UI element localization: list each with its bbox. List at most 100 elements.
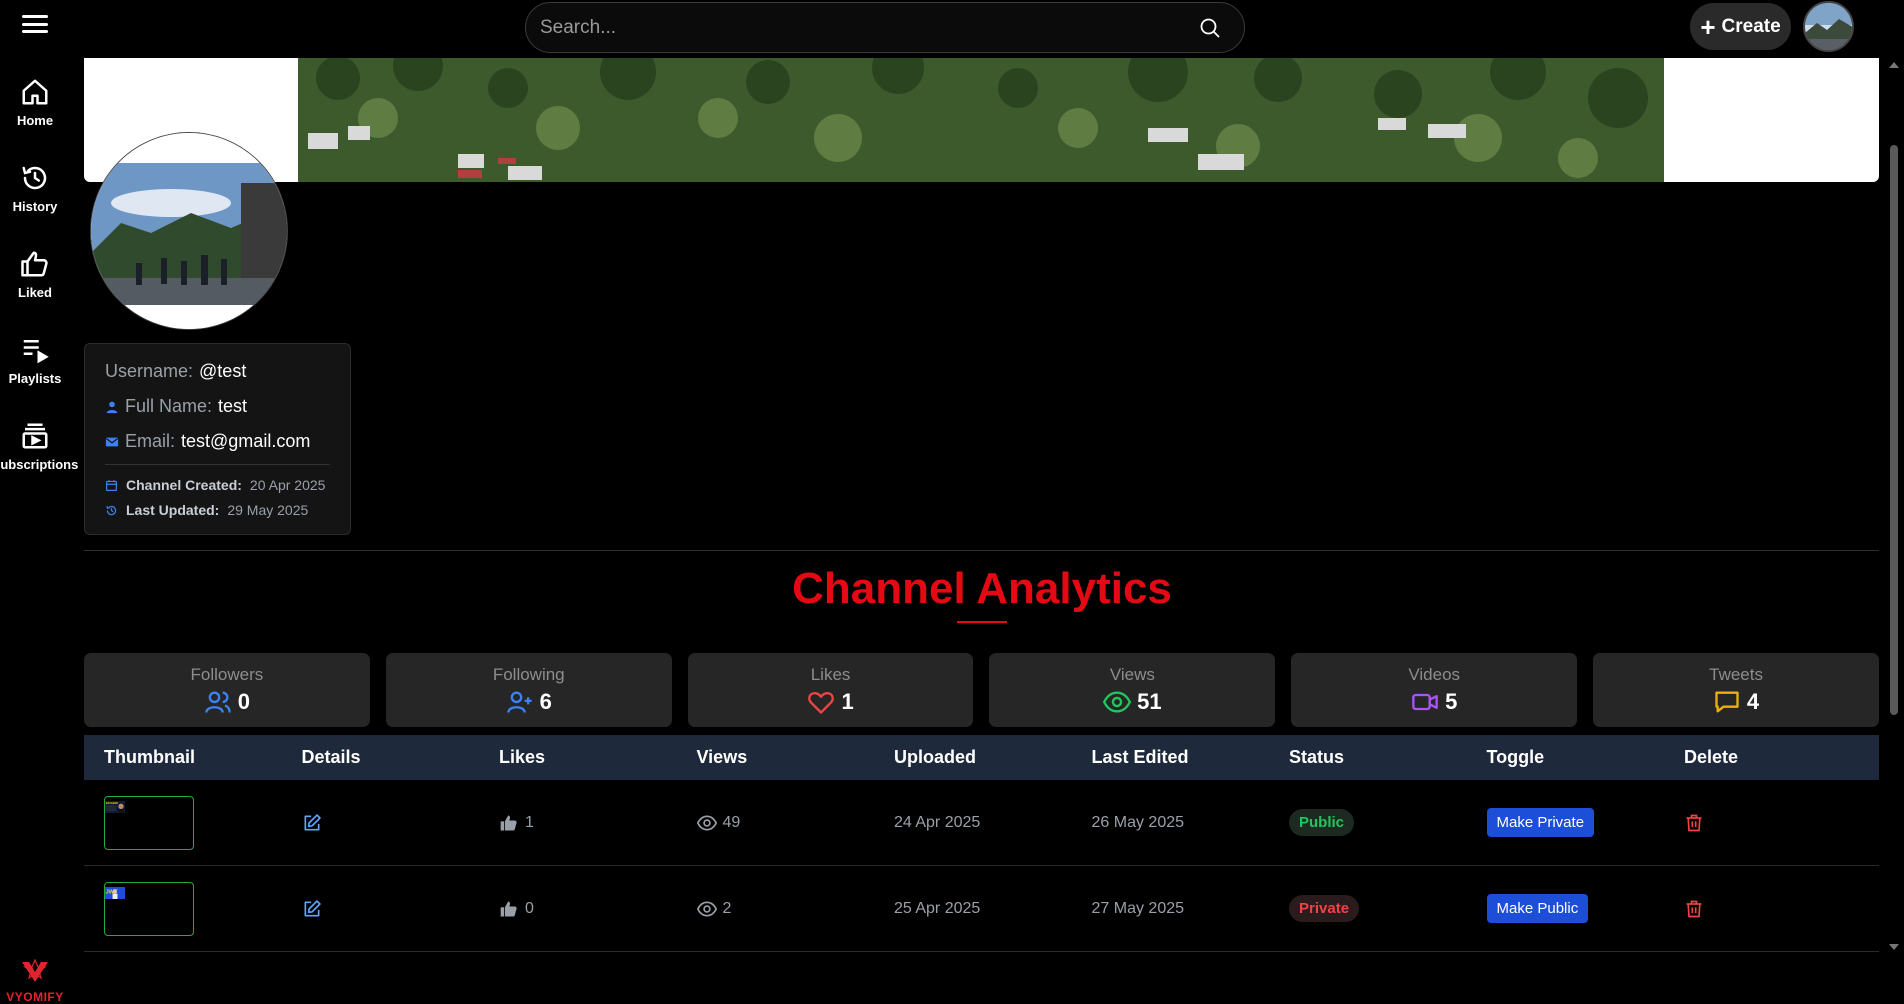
message-icon	[1715, 691, 1739, 712]
column-header: Likes	[499, 747, 546, 767]
email-value: test@gmail.com	[181, 431, 311, 451]
user-plus-icon	[506, 691, 532, 713]
column-header: Details	[301, 747, 361, 767]
svg-text:BACKEND: BACKEND	[106, 801, 118, 804]
search-bar	[525, 2, 1245, 53]
sidebar-item-label: Home	[16, 113, 54, 128]
column-header: Thumbnail	[104, 747, 195, 767]
section-divider	[84, 550, 1879, 551]
stat-label: Likes	[810, 664, 851, 684]
playlist-icon	[23, 340, 49, 364]
username-row: Username: @test	[105, 361, 246, 382]
username-value: @test	[199, 361, 247, 381]
channel-info-card: Username: @test Full Name: test Email: t…	[84, 343, 351, 535]
sidebar-item-label: History	[12, 199, 58, 214]
table-row: BACKEND 1 49 24 Apr 2025 26 May 2025 Pub…	[84, 780, 1879, 866]
uploaded-date: 25 Apr 2025	[894, 899, 981, 917]
created-value: 20 Apr 2025	[249, 477, 326, 493]
sidebar-item-liked[interactable]: Liked	[0, 249, 70, 300]
eye-icon	[696, 900, 717, 917]
stat-card-followers: Followers 0	[84, 653, 370, 727]
stat-value: 5	[1445, 688, 1458, 714]
stat-value: 0	[237, 688, 251, 714]
scrollbar-thumb[interactable]	[1890, 145, 1898, 715]
fullname-label: Full Name:	[125, 396, 213, 416]
stat-label: Tweets	[1709, 664, 1763, 684]
sidebar-item-label: Liked	[18, 285, 52, 300]
likes-count: 1	[525, 813, 534, 831]
stat-card-views: Views 51	[989, 653, 1276, 727]
stat-card-tweets: Tweets 4	[1593, 653, 1879, 727]
video-thumbnail[interactable]: BACKEND	[104, 795, 194, 850]
scroll-up-arrow[interactable]	[1889, 62, 1899, 68]
toggle-visibility-button[interactable]: Make Public	[1486, 894, 1589, 923]
updated-row: Last Updated: 29 May 2025	[105, 502, 308, 518]
stat-card-videos: Videos 5	[1291, 653, 1578, 727]
stat-value: 51	[1137, 688, 1162, 714]
username-label: Username:	[105, 361, 194, 381]
table-header: Thumbnail Details Likes Views Uploaded L…	[84, 735, 1879, 780]
channel-avatar[interactable]	[90, 132, 288, 330]
edit-icon[interactable]	[302, 813, 322, 833]
created-label: Channel Created:	[126, 477, 242, 493]
trash-icon[interactable]	[1684, 899, 1704, 919]
updated-label: Last Updated:	[126, 502, 220, 518]
sidebar-item-label: Subscriptions	[0, 457, 79, 472]
search-icon[interactable]	[1198, 16, 1222, 40]
status-badge: Public	[1289, 809, 1355, 836]
user-icon	[106, 401, 118, 413]
search-input[interactable]	[540, 3, 1180, 52]
user-avatar[interactable]	[1803, 1, 1854, 52]
edit-icon[interactable]	[302, 899, 322, 919]
eye-icon	[696, 814, 717, 831]
home-icon	[22, 79, 48, 105]
videos-table: Thumbnail Details Likes Views Uploaded L…	[84, 735, 1879, 952]
trash-icon[interactable]	[1684, 813, 1704, 833]
cover-image	[298, 58, 1664, 182]
clock-refresh-icon	[106, 505, 117, 515]
top-bar: + Create	[0, 0, 1904, 57]
stat-value: 6	[539, 688, 552, 714]
table-row: JWT 0 2 25 Apr 2025 27 May 2025 Private …	[84, 866, 1879, 952]
email-label: Email:	[125, 431, 176, 451]
hamburger-menu-icon[interactable]	[22, 12, 48, 36]
video-thumbnail[interactable]: JWT	[104, 881, 194, 936]
column-header: Toggle	[1486, 747, 1545, 767]
stat-value: 1	[841, 688, 854, 714]
sidebar-item-label: Playlists	[8, 371, 62, 386]
create-button[interactable]: + Create	[1690, 3, 1791, 50]
likes-count: 0	[525, 899, 534, 917]
video-icon	[1412, 693, 1438, 710]
edited-date: 27 May 2025	[1091, 899, 1185, 917]
sidebar-item-playlists[interactable]: Playlists	[0, 335, 70, 386]
column-header: Delete	[1684, 747, 1739, 767]
thumbs-up-icon	[21, 251, 48, 277]
analytics-title: Channel Analytics	[792, 564, 1172, 613]
stat-label: Followers	[190, 664, 264, 684]
sidebar-item-history[interactable]: History	[0, 163, 70, 214]
column-header: Uploaded	[894, 747, 977, 767]
sidebar-item-home[interactable]: Home	[0, 77, 70, 128]
brand-logo[interactable]: VYOMIFY	[4, 958, 66, 1004]
views-count: 2	[722, 899, 732, 917]
create-label: Create	[1721, 15, 1781, 37]
column-header: Status	[1289, 747, 1345, 767]
vyomify-logo-icon	[22, 958, 48, 982]
email-row: Email: test@gmail.com	[105, 431, 310, 452]
fullname-row: Full Name: test	[105, 396, 247, 417]
updated-value: 29 May 2025	[227, 502, 309, 518]
plus-icon: +	[1700, 11, 1716, 42]
fullname-value: test	[218, 396, 248, 416]
scroll-down-arrow[interactable]	[1889, 944, 1899, 950]
eye-icon	[1103, 690, 1132, 713]
thumbs-up-icon	[500, 901, 517, 916]
sidebar: Home History Liked Playlists Subscriptio…	[0, 57, 78, 1004]
toggle-visibility-button[interactable]: Make Private	[1486, 808, 1595, 837]
edited-date: 26 May 2025	[1091, 813, 1185, 831]
channel-cover	[84, 58, 1879, 182]
subscriptions-icon	[22, 423, 48, 449]
sidebar-item-subscriptions[interactable]: Subscriptions	[0, 421, 78, 472]
calendar-icon	[106, 479, 117, 491]
heart-icon	[808, 691, 835, 714]
divider	[105, 464, 330, 465]
